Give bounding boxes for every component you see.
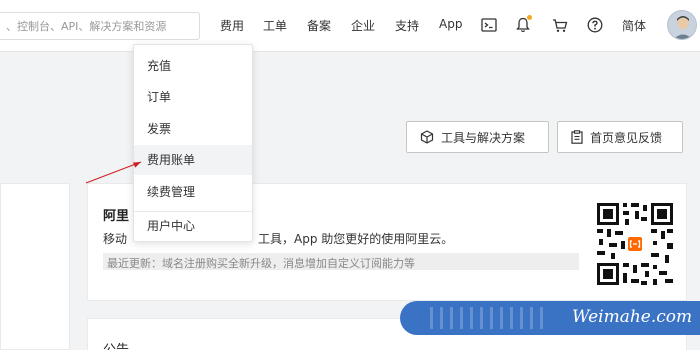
top-navigation-bar: 费用 工单 备案 企业 支持 App 简体 [0,0,700,52]
avatar[interactable] [667,10,697,40]
menu-item-recharge[interactable]: 充值 [134,51,252,81]
menu-item-renewal[interactable]: 续费管理 [134,177,252,207]
menu-item-user-center[interactable]: 用户中心 [134,211,252,241]
tools-solutions-button[interactable]: 工具与解决方案 [406,121,549,153]
clipboard-icon [571,130,583,144]
terminal-icon[interactable] [478,14,500,36]
tools-solutions-label: 工具与解决方案 [441,130,526,145]
cart-icon[interactable] [549,14,571,36]
latest-update-bar[interactable]: 最近更新：域名注册购买全新升级，消息增加自定义订阅能力等 [103,253,579,270]
search-box[interactable] [0,12,200,40]
watermark-banner: Weimahe.com [400,301,700,335]
bell-icon[interactable] [512,14,534,36]
app-card-title: 阿里 [103,209,130,224]
help-icon[interactable] [584,14,606,36]
left-panel [0,183,70,350]
billing-dropdown-menu: 充值 订单 发票 费用账单 续费管理 用户中心 [133,44,253,242]
menu-item-invoices[interactable]: 发票 [134,114,252,144]
watermark-text: Weimahe.com [572,307,693,327]
nav-tickets[interactable]: 工单 [263,17,287,34]
nav-icp-filing[interactable]: 备案 [307,17,331,34]
homepage-feedback-label: 首页意见反馈 [590,130,663,145]
homepage-feedback-button[interactable]: 首页意见反馈 [557,121,683,153]
nav-billing[interactable]: 费用 [220,17,244,34]
cube-icon [420,130,434,144]
nav-enterprise[interactable]: 企业 [351,17,375,34]
latest-update-text: 最近更新：域名注册购买全新升级，消息增加自定义订阅能力等 [107,257,415,270]
notice-title: 公告 [103,339,129,350]
search-input[interactable] [0,13,199,39]
nav-app[interactable]: App [439,17,462,31]
qr-code [595,201,675,287]
app-card-desc-start: 移动 [103,232,128,246]
nav-support[interactable]: 支持 [395,17,419,34]
menu-item-orders[interactable]: 订单 [134,82,252,112]
notification-dot [527,15,532,20]
app-card-desc-end: 工具，App 助您更好的使用阿里云。 [258,232,454,246]
language-switch[interactable]: 简体 [622,17,646,34]
menu-item-billing[interactable]: 费用账单 [134,145,252,175]
